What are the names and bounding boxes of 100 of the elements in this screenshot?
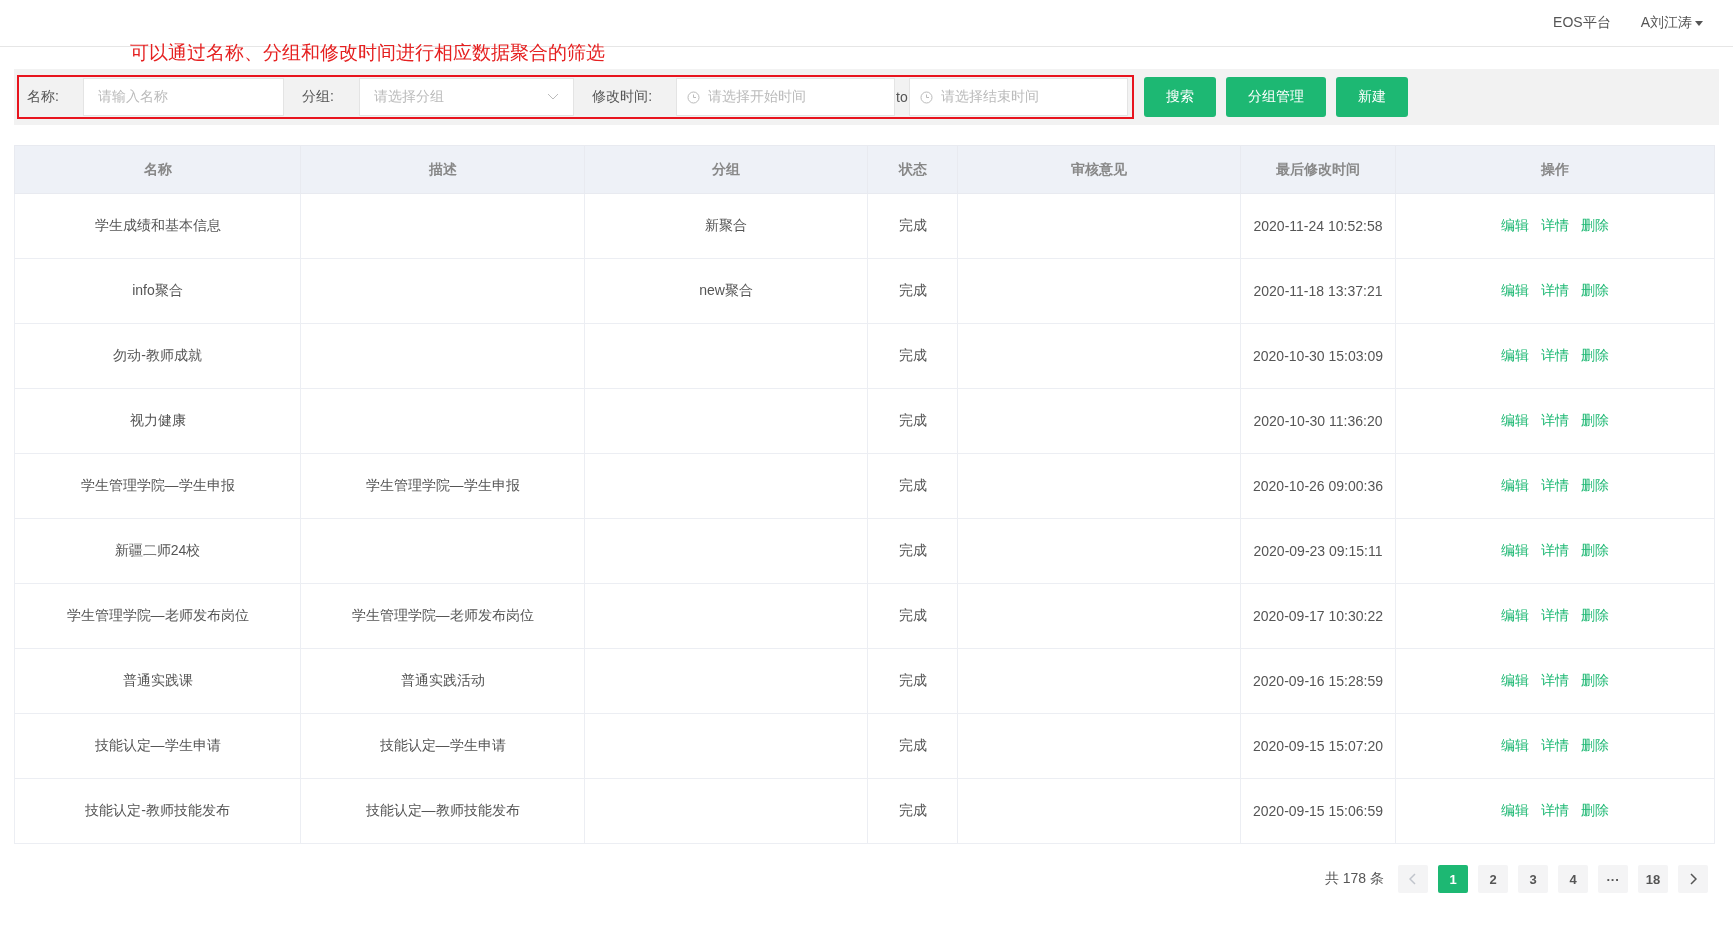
table-cell: 2020-10-30 15:03:09 xyxy=(1240,323,1396,389)
action-link[interactable]: 删除 xyxy=(1581,477,1609,495)
table-cell: 完成 xyxy=(867,583,958,649)
table-cell: 完成 xyxy=(867,388,958,454)
action-link[interactable]: 编辑 xyxy=(1501,802,1529,820)
table-cell: new聚合 xyxy=(584,258,868,324)
column-header: 操作 xyxy=(1395,145,1715,194)
action-link[interactable]: 删除 xyxy=(1581,607,1609,625)
action-link[interactable]: 删除 xyxy=(1581,672,1609,690)
action-link[interactable]: 编辑 xyxy=(1501,282,1529,300)
name-input[interactable]: 请输入名称 xyxy=(82,78,285,116)
group-manage-button[interactable]: 分组管理 xyxy=(1226,77,1326,117)
table-cell: 新疆二师24校 xyxy=(14,518,301,584)
table-cell: info聚合 xyxy=(14,258,301,324)
table-cell: 普通实践课 xyxy=(14,648,301,714)
chevron-right-icon xyxy=(1689,873,1697,885)
field-label: 名称: xyxy=(26,88,60,106)
table-cell: 2020-11-18 13:37:21 xyxy=(1240,258,1396,324)
table-cell: 2020-09-17 10:30:22 xyxy=(1240,583,1396,649)
field-label: 分组: xyxy=(301,88,335,106)
table-cell: 视力健康 xyxy=(14,388,301,454)
action-link[interactable]: 详情 xyxy=(1541,477,1569,495)
table-cell: 完成 xyxy=(867,258,958,324)
action-link[interactable]: 删除 xyxy=(1581,217,1609,235)
column-header: 名称 xyxy=(14,145,301,194)
page-button[interactable]: 4 xyxy=(1558,865,1588,893)
action-link[interactable]: 详情 xyxy=(1541,607,1569,625)
table-cell: 学生管理学院—学生申报 xyxy=(14,453,301,519)
action-link[interactable]: 编辑 xyxy=(1501,217,1529,235)
next-page-button[interactable] xyxy=(1678,865,1708,893)
table-cell: 2020-09-15 15:07:20 xyxy=(1240,713,1396,779)
action-link[interactable]: 编辑 xyxy=(1501,477,1529,495)
table-cell: 2020-09-23 09:15:11 xyxy=(1240,518,1396,584)
table-cell: 学生管理学院—老师发布岗位 xyxy=(300,583,585,649)
action-link[interactable]: 详情 xyxy=(1541,737,1569,755)
action-link[interactable]: 编辑 xyxy=(1501,347,1529,365)
table-cell: 2020-09-16 15:28:59 xyxy=(1240,648,1396,714)
clock-icon xyxy=(686,90,700,104)
group-select[interactable]: 请选择分组 xyxy=(358,78,575,116)
table-cell: 完成 xyxy=(867,713,958,779)
field-label: 修改时间: xyxy=(591,88,654,106)
table-cell: 学生成绩和基本信息 xyxy=(14,193,301,259)
page-button[interactable]: ··· xyxy=(1598,865,1628,893)
new-button[interactable]: 新建 xyxy=(1336,77,1408,117)
action-link[interactable]: 编辑 xyxy=(1501,607,1529,625)
action-link[interactable]: 编辑 xyxy=(1501,542,1529,560)
page-button[interactable]: 3 xyxy=(1518,865,1548,893)
start-date-input[interactable]: 请选择开始时间 xyxy=(675,78,896,116)
table-cell: 技能认定—学生申请 xyxy=(300,713,585,779)
action-link[interactable]: 编辑 xyxy=(1501,737,1529,755)
action-link[interactable]: 详情 xyxy=(1541,542,1569,560)
table-cell: 普通实践活动 xyxy=(300,648,585,714)
column-header: 分组 xyxy=(584,145,868,194)
action-link[interactable]: 详情 xyxy=(1541,217,1569,235)
table-cell: 完成 xyxy=(867,453,958,519)
user-menu[interactable]: A刘江涛 xyxy=(1640,14,1703,32)
action-link[interactable]: 删除 xyxy=(1581,542,1609,560)
table-cell: 学生管理学院—老师发布岗位 xyxy=(14,583,301,649)
annotation-text: 可以通过名称、分组和修改时间进行相应数据聚合的筛选 xyxy=(129,41,606,65)
page-button[interactable]: 1 xyxy=(1438,865,1468,893)
caret-icon xyxy=(1695,20,1703,26)
action-link[interactable]: 删除 xyxy=(1581,412,1609,430)
table-cell: 2020-09-15 15:06:59 xyxy=(1240,778,1396,844)
column-header: 描述 xyxy=(300,145,585,194)
clock-icon xyxy=(919,90,933,104)
action-link[interactable]: 删除 xyxy=(1581,802,1609,820)
action-link[interactable]: 详情 xyxy=(1541,347,1569,365)
end-date-input[interactable]: 请选择结束时间 xyxy=(908,78,1128,116)
action-link[interactable]: 删除 xyxy=(1581,347,1609,365)
table-cell: 技能认定—学生申请 xyxy=(14,713,301,779)
search-button[interactable]: 搜索 xyxy=(1144,77,1216,117)
table-cell: 2020-10-30 11:36:20 xyxy=(1240,388,1396,454)
action-link[interactable]: 删除 xyxy=(1581,282,1609,300)
platform-link[interactable]: EOS平台 xyxy=(1553,14,1611,32)
table-cell: 完成 xyxy=(867,518,958,584)
table-cell: 完成 xyxy=(867,648,958,714)
action-link[interactable]: 详情 xyxy=(1541,802,1569,820)
table-cell: 2020-10-26 09:00:36 xyxy=(1240,453,1396,519)
table-cell: 完成 xyxy=(867,323,958,389)
table-cell: 学生管理学院—学生申报 xyxy=(300,453,585,519)
action-link[interactable]: 编辑 xyxy=(1501,412,1529,430)
chevron-icon xyxy=(547,93,560,101)
table-cell: 2020-11-24 10:52:58 xyxy=(1240,193,1396,259)
action-link[interactable]: 详情 xyxy=(1541,282,1569,300)
chevron-left-icon xyxy=(1409,873,1417,885)
page-button[interactable]: 2 xyxy=(1478,865,1508,893)
table-cell: 完成 xyxy=(867,193,958,259)
table-cell: 勿动-教师成就 xyxy=(14,323,301,389)
total-count: 共 178 条 xyxy=(1324,870,1384,888)
page-button[interactable]: 18 xyxy=(1638,865,1668,893)
column-header: 状态 xyxy=(867,145,958,194)
action-link[interactable]: 详情 xyxy=(1541,412,1569,430)
action-link[interactable]: 删除 xyxy=(1581,737,1609,755)
action-link[interactable]: 编辑 xyxy=(1501,672,1529,690)
column-header: 最后修改时间 xyxy=(1240,145,1396,194)
table-cell: 技能认定—教师技能发布 xyxy=(300,778,585,844)
table-cell: 技能认定-教师技能发布 xyxy=(14,778,301,844)
action-link[interactable]: 详情 xyxy=(1541,672,1569,690)
range-separator: to xyxy=(895,89,909,105)
table-cell: 新聚合 xyxy=(584,193,868,259)
